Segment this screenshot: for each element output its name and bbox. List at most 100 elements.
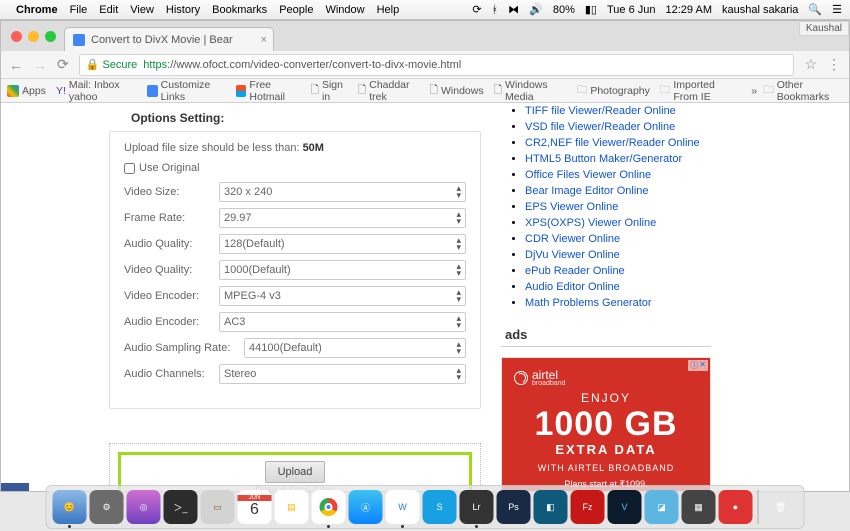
select-audio-channels[interactable]: Stereo▴▾ (219, 364, 466, 384)
sidebar-link[interactable]: HTML5 Button Maker/Generator (525, 153, 682, 165)
bookmark-apps[interactable]: Apps (7, 85, 46, 97)
url-host: ://www.ofoct.com (167, 59, 250, 71)
dock-finder-icon[interactable]: 😊 (53, 490, 87, 524)
ad-enjoy: ENJOY (514, 391, 698, 405)
dock-vscode-icon[interactable]: V (608, 490, 642, 524)
dock-lightroom-icon[interactable]: Lr (460, 490, 494, 524)
menubar-user[interactable]: kaushal sakaria (722, 4, 798, 16)
label-audio-quality: Audio Quality: (124, 238, 219, 250)
sync-icon[interactable]: ⟳ (472, 3, 481, 16)
bookmark-signin[interactable]: 🗋Sign in (311, 79, 348, 103)
menu-history[interactable]: History (166, 4, 200, 16)
volume-icon[interactable]: 🔊 (529, 3, 543, 16)
dock-contacts-icon[interactable]: ▭ (201, 490, 235, 524)
bookmark-photography[interactable]: 🗀Photography (577, 82, 650, 100)
url-protocol: https (143, 59, 167, 71)
sidebar-link[interactable]: ePub Reader Online (525, 265, 625, 277)
dock-trash-icon[interactable]: 🗑 (764, 490, 798, 524)
sidebar-link[interactable]: DjVu Viewer Online (525, 249, 620, 261)
bookmarks-overflow-icon[interactable]: » (751, 85, 757, 97)
bookmark-customize[interactable]: Customize Links (147, 79, 226, 103)
dock-skype-icon[interactable]: S (423, 490, 457, 524)
select-video-quality[interactable]: 1000(Default)▴▾ (219, 260, 466, 280)
sidebar-link[interactable]: Office Files Viewer Online (525, 169, 651, 181)
dock-word-icon[interactable]: W (386, 490, 420, 524)
dock-separator (758, 490, 759, 524)
notifications-icon[interactable]: ☰ (832, 3, 842, 16)
dock-gopro-icon[interactable]: ▦ (682, 490, 716, 524)
chrome-user-badge[interactable]: Kaushal (799, 21, 849, 36)
battery-icon[interactable]: ▮▯ (585, 3, 597, 16)
bookmark-hotmail[interactable]: Free Hotmail (236, 79, 300, 103)
sidebar-link[interactable]: TIFF file Viewer/Reader Online (525, 105, 676, 117)
url-box[interactable]: 🔒Secure https://www.ofoct.com/video-conv… (79, 54, 795, 76)
sidebar-link[interactable]: CDR Viewer Online (525, 233, 620, 245)
star-icon[interactable]: ☆ (804, 56, 817, 73)
bookmark-winmedia[interactable]: 🗋Windows Media (494, 79, 567, 103)
menu-help[interactable]: Help (377, 4, 400, 16)
menu-view[interactable]: View (130, 4, 154, 16)
dock-filezilla-icon[interactable]: Fz (571, 490, 605, 524)
sidebar-link[interactable]: Audio Editor Online (525, 281, 620, 293)
dock-app3-icon[interactable]: ● (719, 490, 753, 524)
tab-close-icon[interactable]: × (261, 34, 267, 46)
adchoices-icon[interactable]: ⓘ✕ (688, 360, 708, 371)
select-audio-quality[interactable]: 128(Default)▴▾ (219, 234, 466, 254)
chrome-menu-icon[interactable]: ⋮ (827, 56, 841, 73)
browser-tab[interactable]: Convert to DivX Movie | Bear × (64, 27, 274, 51)
sidebar-link[interactable]: VSD file Viewer/Reader Online (525, 121, 675, 133)
menubar-app[interactable]: Chrome (16, 4, 58, 16)
sidebar-link[interactable]: Math Problems Generator (525, 297, 652, 309)
bookmark-chaddar[interactable]: 🗋Chaddar trek (358, 79, 420, 103)
menu-people[interactable]: People (279, 4, 313, 16)
sidebar-link[interactable]: Bear Image Editor Online (525, 185, 649, 197)
dock-app2-icon[interactable]: ◪ (645, 490, 679, 524)
dock-siri-icon[interactable]: ◎ (127, 490, 161, 524)
spotlight-icon[interactable]: 🔍 (808, 3, 822, 16)
dock-terminal-icon[interactable]: ＞_ (164, 490, 198, 524)
ad-banner[interactable]: ⓘ✕ airtelbroadband ENJOY 1000 GB EXTRA D… (501, 357, 711, 491)
select-video-size[interactable]: 320 x 240▴▾ (219, 182, 466, 202)
use-original-checkbox[interactable] (124, 163, 135, 174)
ad-with: WITH AIRTEL BROADBAND (514, 463, 698, 473)
menu-file[interactable]: File (70, 4, 88, 16)
dock-notes-icon[interactable]: ▤ (275, 490, 309, 524)
select-sampling-rate[interactable]: 44100(Default)▴▾ (244, 338, 466, 358)
dock-photoshop-icon[interactable]: Ps (497, 490, 531, 524)
upload-hint: Upload file size should be less than: 50… (124, 142, 466, 154)
menu-window[interactable]: Window (325, 4, 364, 16)
lock-icon: 🔒 (86, 58, 100, 71)
menu-edit[interactable]: Edit (99, 4, 118, 16)
bluetooth-icon[interactable]: ᚼ (492, 4, 499, 16)
dock-settings-icon[interactable]: ⚙ (90, 490, 124, 524)
select-audio-encoder[interactable]: AC3▴▾ (219, 312, 466, 332)
reload-icon[interactable]: ⟳ (57, 56, 69, 73)
sidebar-link[interactable]: XPS(OXPS) Viewer Online (525, 217, 656, 229)
bookmark-imported[interactable]: 🗀Imported From IE (660, 79, 741, 103)
upload-button[interactable]: Upload (265, 461, 325, 483)
sidebar-link[interactable]: CR2,NEF file Viewer/Reader Online (525, 137, 700, 149)
sidebar-link[interactable]: EPS Viewer Online (525, 201, 618, 213)
dock-appstore-icon[interactable]: Ⓐ (349, 490, 383, 524)
dock-app1-icon[interactable]: ◧ (534, 490, 568, 524)
nav-forward-icon[interactable]: → (33, 57, 47, 73)
dock-calendar-icon[interactable]: JUN6 (238, 490, 272, 524)
other-bookmarks[interactable]: 🗀Other Bookmarks (763, 79, 843, 103)
bookmark-windows[interactable]: 🗋Windows (430, 82, 484, 100)
options-header: Options Setting: (101, 103, 481, 131)
upload-area: Upload Drag & Drop Files (109, 443, 481, 491)
tab-strip: Convert to DivX Movie | Bear × (1, 21, 849, 51)
menubar-date: Tue 6 Jun (607, 4, 656, 16)
window-close-icon[interactable] (11, 31, 22, 42)
bookmark-mail[interactable]: Y!Mail: Inbox yahoo (56, 79, 138, 103)
select-video-encoder[interactable]: MPEG-4 v3▴▾ (219, 286, 466, 306)
wifi-icon[interactable]: ⧓ (508, 3, 519, 16)
window-minimize-icon[interactable] (28, 31, 39, 42)
ad-big-text: 1000 GB (514, 405, 698, 444)
select-frame-rate[interactable]: 29.97▴▾ (219, 208, 466, 228)
url-path: /video-converter/convert-to-divx-movie.h… (250, 59, 461, 71)
dock-chrome-icon[interactable] (312, 490, 346, 524)
window-zoom-icon[interactable] (45, 31, 56, 42)
menu-bookmarks[interactable]: Bookmarks (212, 4, 267, 16)
nav-back-icon[interactable]: ← (9, 57, 23, 73)
